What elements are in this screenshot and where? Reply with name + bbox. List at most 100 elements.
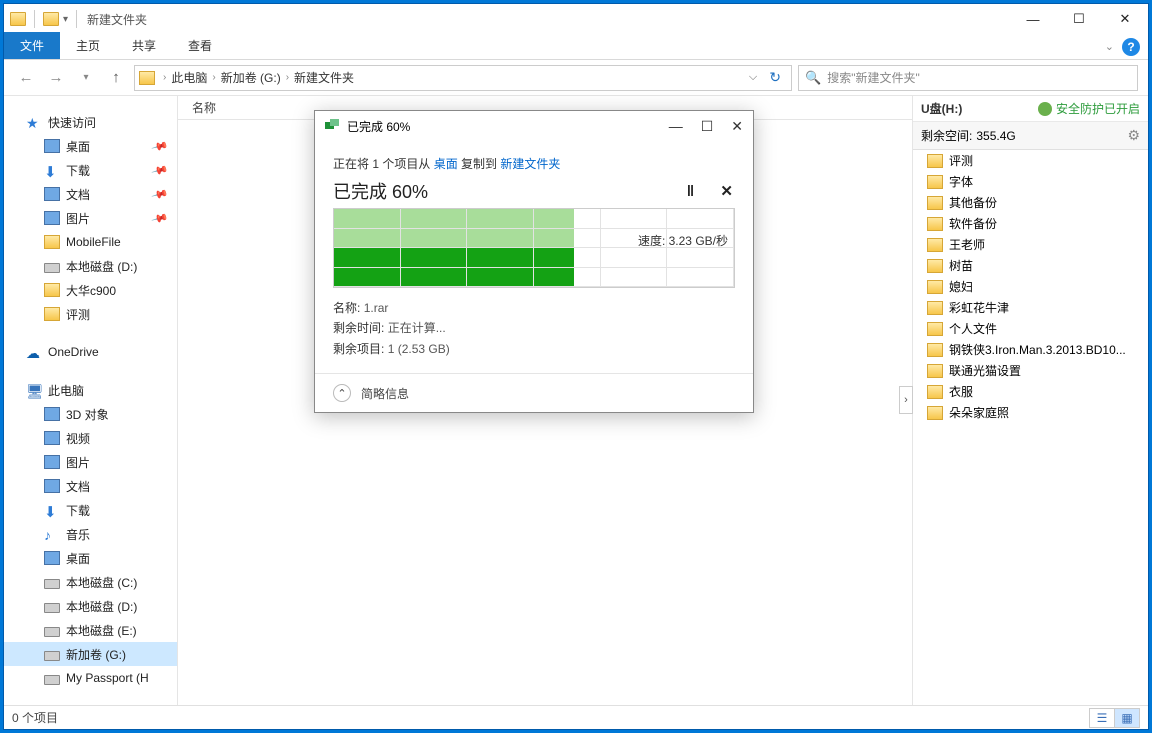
usb-folder-item[interactable]: 评测 — [913, 150, 1148, 171]
nav-onedrive[interactable]: ☁OneDrive — [4, 340, 177, 364]
nav-pingce[interactable]: 评测 — [4, 302, 177, 326]
speed-readout: 速度: 3.23 GB/秒 — [638, 232, 728, 249]
dialog-minimize-button[interactable]: — — [669, 118, 683, 135]
nav-up-button[interactable]: ↑ — [104, 66, 128, 90]
nav-downloads2[interactable]: ⬇下载 — [4, 498, 177, 522]
speed-chart: 速度: 3.23 GB/秒 — [333, 208, 735, 288]
nav-new-volume-g[interactable]: 新加卷 (G:) — [4, 642, 177, 666]
chevron-up-icon[interactable]: ⌃ — [333, 384, 351, 402]
tab-share[interactable]: 共享 — [116, 32, 172, 59]
nav-mobilefile[interactable]: MobileFile — [4, 230, 177, 254]
copy-dest-link[interactable]: 新建文件夹 — [500, 157, 560, 171]
ribbon: 文件 主页 共享 查看 ⌄ ? — [4, 34, 1148, 60]
close-button[interactable]: ✕ — [1102, 4, 1148, 34]
nav-recent-dropdown[interactable]: ▾ — [74, 66, 98, 90]
crumb-thispc[interactable]: 此电脑 — [168, 69, 210, 86]
usb-folder-item[interactable]: 王老师 — [913, 234, 1148, 255]
usb-folder-item[interactable]: 联通光猫设置 — [913, 360, 1148, 381]
window-title: 新建文件夹 — [87, 11, 147, 28]
fewer-details-label: 简略信息 — [361, 385, 409, 402]
qat-open-icon[interactable] — [43, 12, 59, 26]
drive-icon — [44, 651, 60, 661]
usb-folder-item[interactable]: 媳妇 — [913, 276, 1148, 297]
refresh-icon[interactable]: ↻ — [763, 69, 787, 86]
gear-icon[interactable]: ⚙ — [1127, 127, 1140, 144]
nav-documents[interactable]: 文档📌 — [4, 182, 177, 206]
star-icon: ★ — [26, 115, 42, 129]
nav-local-e[interactable]: 本地磁盘 (E:) — [4, 618, 177, 642]
nav-back-button[interactable]: ← — [14, 66, 38, 90]
videos-icon — [44, 431, 60, 445]
nav-3dobjects[interactable]: 3D 对象 — [4, 402, 177, 426]
usb-folder-item[interactable]: 软件备份 — [913, 213, 1148, 234]
nav-local-c[interactable]: 本地磁盘 (C:) — [4, 570, 177, 594]
folder-icon — [927, 280, 943, 294]
usb-folder-item[interactable]: 个人文件 — [913, 318, 1148, 339]
nav-forward-button[interactable]: → — [44, 66, 68, 90]
search-icon: 🔍 — [805, 70, 821, 86]
nav-thispc[interactable]: 🖥此电脑 — [4, 378, 177, 402]
folder-icon — [44, 283, 60, 297]
ribbon-collapse-icon[interactable]: ⌄ — [1105, 40, 1114, 53]
protection-label: 安全防护已开启 — [1056, 100, 1140, 117]
usb-folder-item[interactable]: 其他备份 — [913, 192, 1148, 213]
usb-folder-item[interactable]: 衣服 — [913, 381, 1148, 402]
nav-music[interactable]: ♪音乐 — [4, 522, 177, 546]
view-details-button[interactable]: ☰ — [1089, 708, 1115, 728]
dialog-titlebar[interactable]: 已完成 60% — ☐ ✕ — [315, 111, 753, 141]
dialog-footer[interactable]: ⌃ 简略信息 — [315, 373, 753, 412]
panel-collapse-button[interactable]: › — [899, 386, 913, 414]
navigation-pane[interactable]: ★快速访问 桌面📌 ⬇下载📌 文档📌 图片📌 MobileFile 本地磁盘 (… — [4, 96, 178, 705]
tab-home[interactable]: 主页 — [60, 32, 116, 59]
crumb-folder[interactable]: 新建文件夹 — [291, 69, 357, 86]
nav-downloads[interactable]: ⬇下载📌 — [4, 158, 177, 182]
crumb-sep-icon[interactable]: › — [161, 72, 168, 83]
qat-dropdown-icon[interactable]: ▾ — [63, 14, 68, 25]
download-icon: ⬇ — [44, 163, 60, 177]
minimize-button[interactable]: — — [1010, 4, 1056, 34]
pause-button[interactable]: ǁ — [687, 183, 696, 200]
nav-desktop2[interactable]: 桌面 — [4, 546, 177, 570]
usb-folder-item[interactable]: 钢铁侠3.Iron.Man.3.2013.BD10... — [913, 339, 1148, 360]
freespace-value: 355.4G — [976, 129, 1015, 143]
tab-view[interactable]: 查看 — [172, 32, 228, 59]
usb-folder-item[interactable]: 树苗 — [913, 255, 1148, 276]
dialog-close-button[interactable]: ✕ — [731, 118, 743, 135]
crumb-drive[interactable]: 新加卷 (G:) — [218, 69, 284, 86]
search-placeholder: 搜索"新建文件夹" — [827, 69, 920, 86]
pictures-icon — [44, 211, 60, 225]
nav-documents2[interactable]: 文档 — [4, 474, 177, 498]
address-history-dropdown[interactable]: ⌵ — [743, 71, 763, 84]
pin-icon: 📌 — [151, 161, 169, 179]
column-name[interactable]: 名称 — [178, 99, 308, 116]
address-bar[interactable]: › 此电脑 › 新加卷 (G:) › 新建文件夹 ⌵ ↻ — [134, 65, 792, 91]
dialog-maximize-button[interactable]: ☐ — [701, 118, 714, 135]
nav-videos[interactable]: 视频 — [4, 426, 177, 450]
nav-pictures2[interactable]: 图片 — [4, 450, 177, 474]
nav-quick-access[interactable]: ★快速访问 — [4, 110, 177, 134]
folder-icon — [927, 154, 943, 168]
usb-folder-item[interactable]: 朵朵家庭照 — [913, 402, 1148, 423]
folder-icon — [44, 307, 60, 321]
address-folder-icon — [139, 71, 155, 85]
usb-folder-item[interactable]: 字体 — [913, 171, 1148, 192]
folder-icon — [927, 217, 943, 231]
nav-local-d[interactable]: 本地磁盘 (D:) — [4, 254, 177, 278]
nav-local-d2[interactable]: 本地磁盘 (D:) — [4, 594, 177, 618]
crumb-sep-icon[interactable]: › — [210, 72, 217, 83]
usb-folder-item[interactable]: 彩虹花牛津 — [913, 297, 1148, 318]
copy-source-link[interactable]: 桌面 — [434, 157, 458, 171]
nav-my-passport[interactable]: My Passport (H — [4, 666, 177, 690]
nav-pictures[interactable]: 图片📌 — [4, 206, 177, 230]
cancel-button[interactable]: ✕ — [720, 183, 735, 200]
usb-panel: › U盘(H:) 安全防护已开启 剩余空间: 355.4G ⚙ 评测字体其他备份… — [912, 96, 1148, 705]
nav-dahua[interactable]: 大华c900 — [4, 278, 177, 302]
search-input[interactable]: 🔍 搜索"新建文件夹" — [798, 65, 1138, 91]
maximize-button[interactable]: ☐ — [1056, 4, 1102, 34]
help-icon[interactable]: ? — [1122, 38, 1140, 56]
file-tab[interactable]: 文件 — [4, 32, 60, 59]
qat-divider — [34, 10, 35, 28]
view-icons-button[interactable]: ▦ — [1114, 708, 1140, 728]
nav-desktop[interactable]: 桌面📌 — [4, 134, 177, 158]
crumb-sep-icon[interactable]: › — [284, 72, 291, 83]
